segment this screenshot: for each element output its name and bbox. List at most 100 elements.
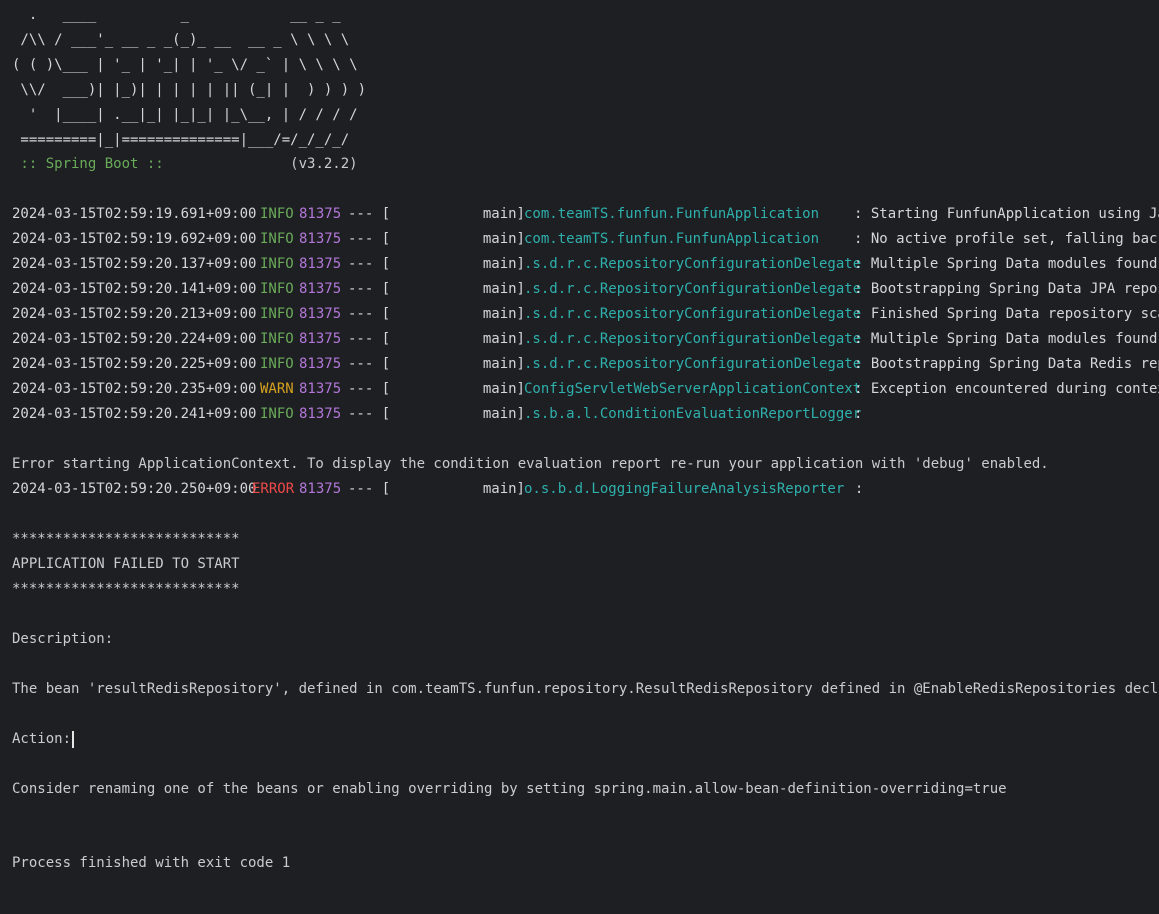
log-line: 2024-03-15T02:59:20.137+09:00 INFO 81375 --… xyxy=(12,254,1159,274)
log-thread: main] xyxy=(482,231,525,247)
log-level: INFO xyxy=(260,331,294,347)
stars-line: *************************** xyxy=(12,581,240,597)
log-level: WARN xyxy=(260,381,294,397)
stars-line: *************************** xyxy=(12,531,240,547)
banner-line: ( ( )\___ | '_ | '_| | '_ \/ _` | \ \ \ … xyxy=(12,57,358,73)
log-message: : Multiple Spring Data modules found, e xyxy=(854,256,1159,272)
log-separator: --- [ xyxy=(348,306,391,322)
log-logger[interactable]: .s.d.r.c.RepositoryConfigurationDelegate xyxy=(524,279,861,299)
exit-text: Process finished with exit code 1 xyxy=(12,855,291,871)
log-logger[interactable]: .s.d.r.c.RepositoryConfigurationDelegate xyxy=(524,254,861,274)
log-level: INFO xyxy=(260,281,294,297)
run-console[interactable]: . ____ _ __ _ _ /\\ / ___'_ __ _ _(_)_ _… xyxy=(0,0,1159,914)
log-message: : Bootstrapping Spring Data Redis repos xyxy=(854,356,1159,372)
log-separator: --- [ xyxy=(348,381,391,397)
log-message: : Starting FunfunApplication using Java xyxy=(854,206,1159,222)
log-line: 2024-03-15T02:59:20.225+09:00 INFO 81375 --… xyxy=(12,354,1159,374)
log-line: 2024-03-15T02:59:19.692+09:00 INFO 81375 --… xyxy=(12,229,1159,249)
log-separator: --- [ xyxy=(348,356,391,372)
log-separator: --- [ xyxy=(348,256,391,272)
log-logger[interactable]: com.teamTS.funfun.FunfunApplication xyxy=(524,204,819,224)
log-line: 2024-03-15T02:59:20.235+09:00 WARN 81375 --… xyxy=(12,379,1159,399)
log-separator: --- [ xyxy=(348,331,391,347)
log-pid: 81375 xyxy=(299,231,342,247)
action-line: Action: xyxy=(12,729,75,749)
log-pid: 81375 xyxy=(299,481,342,497)
log-thread: main] xyxy=(482,381,525,397)
log-separator: --- [ xyxy=(348,231,391,247)
error-context-line: Error starting ApplicationContext. To di… xyxy=(12,456,1049,472)
log-message: : xyxy=(854,406,863,422)
log-timestamp: 2024-03-15T02:59:20.213+09:00 xyxy=(12,306,257,322)
log-timestamp: 2024-03-15T02:59:20.224+09:00 xyxy=(12,331,257,347)
log-level: INFO xyxy=(260,306,294,322)
log-pid: 81375 xyxy=(299,356,342,372)
action-label: Action: xyxy=(12,731,72,747)
log-thread: main] xyxy=(482,481,525,497)
description-label: Description: xyxy=(12,631,114,647)
banner-line: =========|_|==============|___/=/_/_/_/ xyxy=(12,132,350,148)
log-pid: 81375 xyxy=(299,281,342,297)
failed-title: APPLICATION FAILED TO START xyxy=(12,556,240,572)
log-pid: 81375 xyxy=(299,206,342,222)
log-thread: main] xyxy=(482,256,525,272)
log-logger[interactable]: .s.b.a.l.ConditionEvaluationReportLogger xyxy=(524,404,861,424)
log-line: 2024-03-15T02:59:20.241+09:00 INFO 81375 --… xyxy=(12,404,1159,424)
log-logger[interactable]: .s.d.r.c.RepositoryConfigurationDelegate xyxy=(524,329,861,349)
log-thread: main] xyxy=(482,306,525,322)
log-timestamp: 2024-03-15T02:59:20.241+09:00 xyxy=(12,406,257,422)
log-pid: 81375 xyxy=(299,306,342,322)
log-timestamp: 2024-03-15T02:59:20.137+09:00 xyxy=(12,256,257,272)
log-logger[interactable]: .s.d.r.c.RepositoryConfigurationDelegate xyxy=(524,304,861,324)
log-line: 2024-03-15T02:59:20.224+09:00 INFO 81375 --… xyxy=(12,329,1159,349)
spring-boot-label: :: Spring Boot :: xyxy=(12,156,173,172)
log-line: 2024-03-15T02:59:20.213+09:00 INFO 81375 --… xyxy=(12,304,1159,324)
log-separator: --- [ xyxy=(348,206,391,222)
text-cursor xyxy=(72,730,75,748)
banner-line: \\/ ___)| |_)| | | | | || (_| | ) ) ) ) xyxy=(12,82,367,98)
log-thread: main] xyxy=(482,356,525,372)
log-logger[interactable]: ConfigServletWebServerApplicationContext xyxy=(524,379,861,399)
log-thread: main] xyxy=(482,331,525,347)
log-level: INFO xyxy=(260,206,294,222)
log-logger[interactable]: .s.d.r.c.RepositoryConfigurationDelegate xyxy=(524,354,861,374)
log-thread: main] xyxy=(482,206,525,222)
log-message: : Finished Spring Data repository scann xyxy=(854,306,1159,322)
log-level: ERROR xyxy=(252,481,295,497)
log-level: INFO xyxy=(260,356,294,372)
banner-line: /\\ / ___'_ __ _ _(_)_ __ __ _ \ \ \ \ xyxy=(12,32,350,48)
log-timestamp: 2024-03-15T02:59:20.235+09:00 xyxy=(12,381,257,397)
log-logger[interactable]: o.s.b.d.LoggingFailureAnalysisReporter xyxy=(524,479,844,499)
log-timestamp: 2024-03-15T02:59:20.225+09:00 xyxy=(12,356,257,372)
log-pid: 81375 xyxy=(299,381,342,397)
log-timestamp: 2024-03-15T02:59:19.691+09:00 xyxy=(12,206,257,222)
log-logger[interactable]: com.teamTS.funfun.FunfunApplication xyxy=(524,229,819,249)
log-thread: main] xyxy=(482,281,525,297)
description-text: The bean 'resultRedisRepository', define… xyxy=(12,681,1159,697)
log-message: : Exception encountered during context xyxy=(854,381,1159,397)
spring-boot-version: (v3.2.2) xyxy=(172,156,358,172)
log-timestamp: 2024-03-15T02:59:20.141+09:00 xyxy=(12,281,257,297)
log-separator: --- [ xyxy=(348,481,391,497)
log-message: : Bootstrapping Spring Data JPA reposit xyxy=(854,281,1159,297)
log-level: INFO xyxy=(260,256,294,272)
log-line: 2024-03-15T02:59:20.141+09:00 INFO 81375 --… xyxy=(12,279,1159,299)
log-thread: main] xyxy=(482,406,525,422)
log-message: : xyxy=(838,481,864,497)
log-separator: --- [ xyxy=(348,406,391,422)
log-message: : No active profile set, falling back t xyxy=(854,231,1159,247)
log-level: INFO xyxy=(260,406,294,422)
banner-line: ' |____| .__|_| |_|_| |_\__, | / / / / xyxy=(12,107,358,123)
log-timestamp: 2024-03-15T02:59:19.692+09:00 xyxy=(12,231,257,247)
log-pid: 81375 xyxy=(299,331,342,347)
log-pid: 81375 xyxy=(299,406,342,422)
log-line: 2024-03-15T02:59:19.691+09:00 INFO 81375 --… xyxy=(12,204,1159,224)
log-message: : Multiple Spring Data modules found, e xyxy=(854,331,1159,347)
banner-line: . ____ _ __ _ _ xyxy=(12,7,341,23)
log-line-error: 2024-03-15T02:59:20.250+09:00 ERROR 8137… xyxy=(12,479,1152,499)
log-separator: --- [ xyxy=(348,281,391,297)
action-text: Consider renaming one of the beans or en… xyxy=(12,781,1007,797)
spring-boot-version-line: :: Spring Boot :: (v3.2.2) xyxy=(12,154,358,174)
log-pid: 81375 xyxy=(299,256,342,272)
log-level: INFO xyxy=(260,231,294,247)
